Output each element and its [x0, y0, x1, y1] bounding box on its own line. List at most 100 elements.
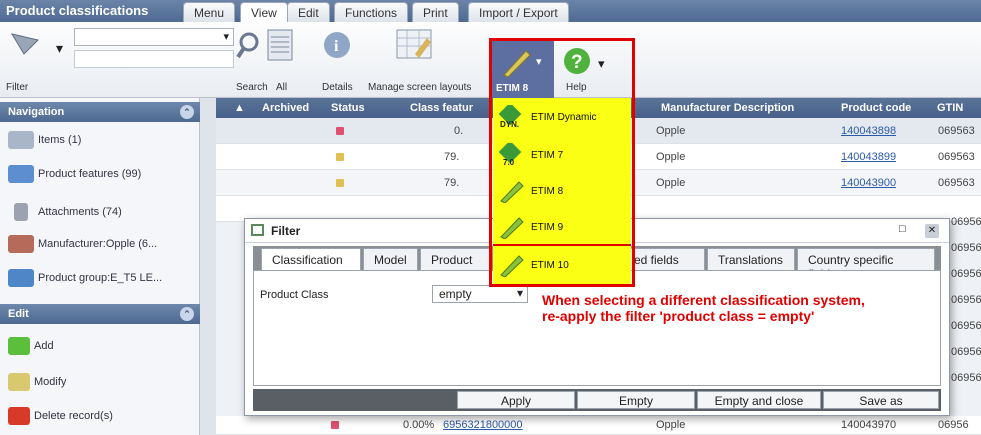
column-class-feature[interactable]: Class featur: [410, 102, 473, 114]
delete-icon: [8, 407, 30, 425]
cell-gtin: 069563: [938, 177, 975, 189]
items-icon: [8, 131, 34, 149]
empty-button[interactable]: Empty: [577, 391, 695, 409]
modify-button[interactable]: Modify: [8, 370, 198, 394]
title-bar: Product classifications Menu View Edit F…: [0, 0, 981, 22]
cell-manufacturer: Opple: [656, 419, 686, 431]
table-row[interactable]: 0.00% 6956321800000 Opple 140043970 0695…: [216, 416, 981, 435]
tab-print[interactable]: Print: [412, 2, 459, 22]
cell-gtin: 06956: [951, 268, 981, 280]
sidebar-item-items[interactable]: Items (1): [8, 128, 198, 152]
plus-icon: [8, 337, 30, 355]
filter-label: Filter: [6, 82, 29, 93]
column-gtin[interactable]: GTIN: [937, 102, 963, 114]
cell-gtin: 06956: [951, 242, 981, 254]
status-indicator: [331, 421, 339, 429]
product-class-select[interactable]: empty ▾: [432, 285, 528, 303]
cell-percent: 0.: [454, 125, 464, 137]
cell-product-code[interactable]: 140043900: [841, 177, 896, 189]
add-button[interactable]: Add: [8, 334, 198, 358]
collapse-icon[interactable]: ⌃: [180, 307, 194, 321]
info-icon[interactable]: i: [322, 30, 352, 60]
tab-country-specific-fields[interactable]: Country specific fields: [797, 248, 935, 281]
status-indicator: [336, 153, 344, 161]
highlight-box: [489, 38, 635, 287]
filter-window-icon: [251, 224, 264, 236]
cell-gtin: 06956: [951, 320, 981, 332]
sidebar-item-label: Items (1): [38, 134, 82, 146]
cell-manufacturer: Opple: [656, 125, 686, 137]
tab-edit[interactable]: Edit: [287, 2, 330, 22]
app-title: Product classifications: [6, 3, 149, 18]
annotation-note: When selecting a different classificatio…: [542, 292, 865, 324]
tab-functions[interactable]: Functions: [334, 2, 409, 22]
sidebar-item-label: Product features (99): [38, 168, 142, 180]
search-input[interactable]: [74, 50, 234, 68]
all-label: All: [276, 82, 288, 93]
sort-icon[interactable]: ▲: [234, 102, 245, 114]
tab-model[interactable]: Model: [363, 248, 418, 270]
product-group-icon: [8, 269, 34, 287]
chevron-down-icon: ▾: [516, 286, 523, 300]
product-class-label: Product Class: [260, 289, 329, 301]
sidebar-item-manufacturer[interactable]: Manufacturer:Opple (6...: [8, 232, 198, 256]
modify-label: Modify: [34, 376, 67, 388]
collapse-icon[interactable]: ⌃: [180, 105, 194, 119]
column-manufacturer-description[interactable]: Manufacturer Description: [661, 102, 794, 114]
delete-button[interactable]: Delete record(s): [8, 404, 198, 428]
apply-button[interactable]: Apply: [457, 391, 575, 409]
cell-product-code[interactable]: 140043898: [841, 125, 896, 137]
details-label: Details: [322, 82, 353, 93]
empty-and-close-button[interactable]: Empty and close: [697, 391, 821, 409]
delete-label: Delete record(s): [34, 410, 113, 422]
cell-gtin: 069563: [938, 125, 975, 137]
list-icon[interactable]: [266, 28, 294, 62]
manage-layouts-label: Manage screen layouts: [368, 82, 472, 93]
tab-extended-fields[interactable]: ed fields: [623, 248, 705, 270]
tab-classification[interactable]: Classification: [261, 248, 361, 270]
sidebar-item-label: Manufacturer:Opple (6...: [38, 238, 158, 250]
svg-text:i: i: [334, 38, 339, 55]
features-icon: [8, 165, 34, 183]
status-indicator: [336, 179, 344, 187]
filter-title: Filter: [271, 224, 301, 238]
navigation-header: Navigation ⌃: [0, 102, 200, 122]
filter-icon[interactable]: [8, 28, 42, 58]
cell-class-feature-link[interactable]: 6956321800000: [443, 419, 523, 431]
cell-gtin: 06956: [951, 294, 981, 306]
filter-select[interactable]: ▾: [74, 28, 234, 46]
column-status[interactable]: Status: [331, 102, 365, 114]
filter-dropdown-arrow[interactable]: ▾: [56, 40, 63, 57]
column-archived[interactable]: Archived: [262, 102, 309, 114]
sidebar-scrollbar[interactable]: [200, 98, 216, 435]
product-class-value: empty: [439, 287, 472, 301]
cell-product-code[interactable]: 140043899: [841, 151, 896, 163]
sidebar-item-product-features[interactable]: Product features (99): [8, 162, 198, 186]
search-icon[interactable]: [236, 30, 264, 60]
save-as-button[interactable]: Save as: [823, 391, 939, 409]
tab-product[interactable]: Product: [420, 248, 490, 270]
maximize-icon[interactable]: □: [899, 223, 906, 235]
cell-gtin: 06956: [951, 346, 981, 358]
cell-percent: 79.: [444, 151, 460, 163]
filter-buttonbar: Apply Empty Empty and close Save as: [253, 389, 941, 411]
pencil-icon: [8, 373, 30, 391]
edit-title: Edit: [8, 308, 29, 320]
navigation-title: Navigation: [8, 106, 65, 118]
tab-import-export[interactable]: Import / Export: [468, 2, 569, 22]
tab-translations[interactable]: Translations: [707, 248, 795, 270]
cell-percent: 0.00%: [403, 419, 435, 431]
filter-body: Product Class empty ▾: [253, 270, 941, 386]
sidebar-item-label: Attachments (74): [38, 206, 122, 218]
search-label: Search: [236, 82, 268, 93]
close-icon[interactable]: ✕: [925, 224, 939, 238]
tab-menu[interactable]: Menu: [183, 2, 236, 22]
sidebar-item-product-group[interactable]: Product group:E_T5 LE...: [8, 266, 198, 290]
tab-view[interactable]: View: [240, 2, 288, 22]
column-product-code[interactable]: Product code: [841, 102, 911, 114]
layout-icon[interactable]: [395, 28, 435, 62]
add-label: Add: [34, 340, 54, 352]
sidebar-item-attachments[interactable]: Attachments (74): [8, 200, 198, 224]
cell-manufacturer: Opple: [656, 177, 686, 189]
cell-percent: 79.: [444, 177, 460, 189]
